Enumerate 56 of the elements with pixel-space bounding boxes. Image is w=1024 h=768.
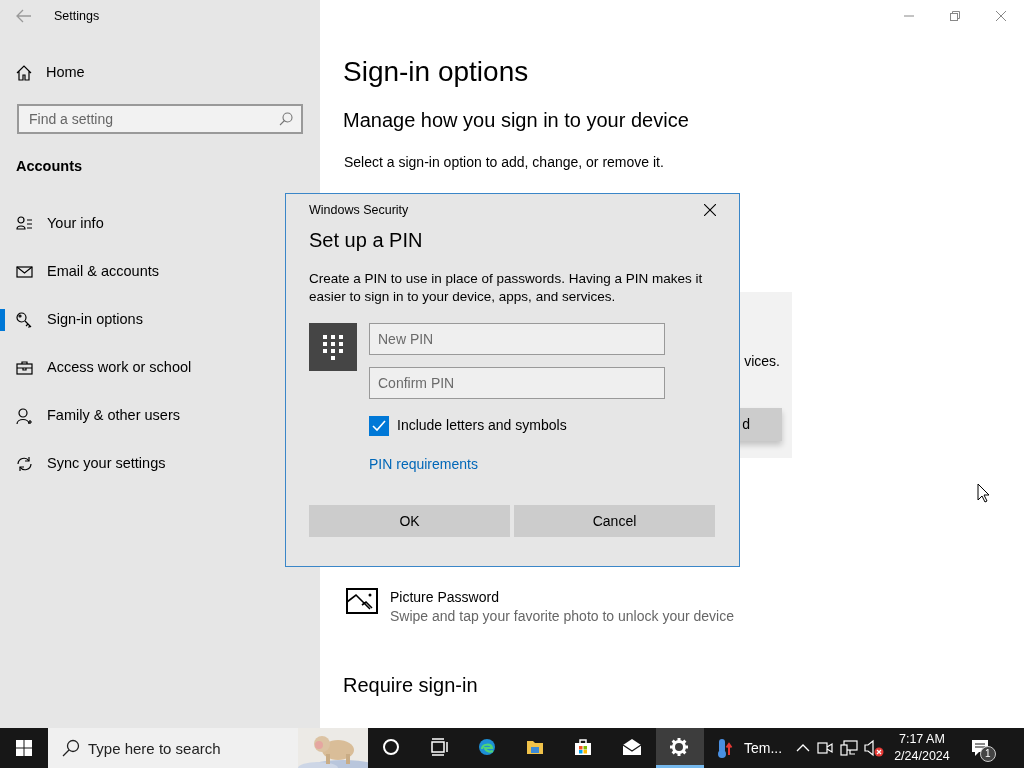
option-title[interactable]: Picture Password — [390, 588, 734, 606]
chevron-up-icon[interactable] — [796, 743, 811, 753]
edge-icon — [478, 738, 498, 758]
store-icon — [574, 738, 594, 758]
home-icon — [16, 65, 32, 81]
section-heading: Require sign-in — [343, 673, 479, 698]
page-title: Sign-in options — [343, 55, 530, 89]
keypad-icon — [309, 323, 357, 371]
pin-field[interactable]: Confirm PIN — [369, 367, 665, 399]
mail-icon — [622, 738, 642, 758]
dialog-button[interactable]: Cancel — [514, 505, 715, 537]
picture-icon — [346, 588, 378, 614]
search-icon — [279, 112, 293, 126]
muted-speaker-icon[interactable] — [864, 739, 885, 757]
clock[interactable]: 7:17 AM 2/24/2024 — [888, 728, 956, 768]
checkbox-label: Include letters and symbols — [397, 416, 567, 435]
task-view-icon — [430, 738, 450, 758]
notification-count: 1 — [979, 746, 996, 762]
cortana-icon — [382, 738, 402, 758]
sidebar-item[interactable]: Email & accounts — [0, 248, 260, 296]
dialog-description: Create a PIN to use in place of passwords. Having a PIN makes it easier to sign in to your device, apps, and services. — [309, 270, 704, 306]
taskbar-app[interactable]: Tem... — [704, 728, 793, 768]
person-list-icon — [16, 215, 33, 233]
option-description: vices. — [744, 352, 781, 370]
sidebar-item[interactable]: Sync your settings — [0, 440, 260, 488]
windows-logo-icon[interactable] — [16, 740, 32, 756]
key-icon — [16, 311, 33, 329]
requirements-link[interactable]: PIN requirements — [369, 454, 478, 475]
camera-icon[interactable] — [816, 739, 835, 757]
taskbar-button[interactable] — [656, 728, 704, 768]
search-field[interactable]: Find a setting — [17, 104, 303, 134]
dialog-button[interactable]: OK — [309, 505, 510, 537]
sidebar-item[interactable]: Your info — [0, 200, 260, 248]
cursor-icon — [977, 483, 990, 503]
dialog-caption: Windows Security — [309, 201, 409, 219]
network-icon[interactable] — [840, 739, 859, 757]
restore-icon[interactable] — [950, 11, 960, 21]
briefcase-icon — [16, 359, 33, 377]
dialog-title: Set up a PIN — [309, 228, 424, 252]
checkbox[interactable] — [369, 415, 389, 436]
mail-icon — [16, 263, 33, 281]
person-add-icon — [16, 407, 33, 425]
option-description: Swipe and tap your favorite photo to unlock your device — [390, 607, 734, 626]
section-heading: Accounts — [16, 157, 84, 176]
close-icon[interactable] — [704, 204, 716, 216]
gear-icon — [670, 738, 690, 758]
home-link[interactable]: Home — [46, 62, 85, 84]
sidebar-item[interactable]: Access work or school — [0, 344, 260, 392]
instruction-text: Select a sign-in option to add, change, or remove it. — [343, 153, 665, 171]
sidebar-item[interactable]: Family & other users — [0, 392, 260, 440]
section-heading: Manage how you sign in to your device — [343, 108, 690, 132]
search-icon — [62, 739, 80, 757]
sidebar-item[interactable]: Sign-in options — [0, 296, 260, 344]
pin-field[interactable]: New PIN — [369, 323, 665, 355]
sync-icon — [16, 455, 33, 473]
window-title: Settings — [54, 7, 100, 25]
